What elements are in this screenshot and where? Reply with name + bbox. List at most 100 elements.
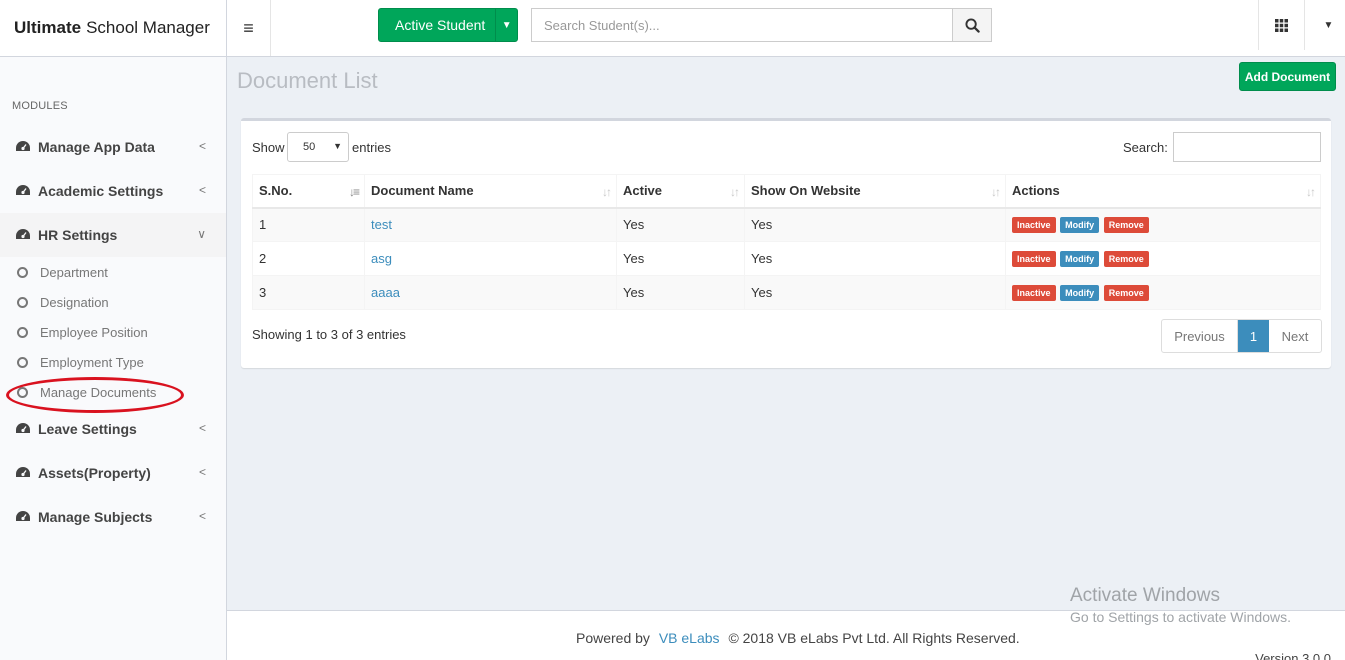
remove-button[interactable]: Remove <box>1103 217 1149 234</box>
hamburger-icon: ≡ <box>243 17 254 38</box>
modify-button[interactable]: Modify <box>1060 251 1100 267</box>
powered-by-label: Powered by <box>576 630 650 646</box>
sidebar-item-leave-settings[interactable]: Leave Settings < <box>0 407 226 451</box>
cell-document-name: asg <box>364 241 617 276</box>
sidebar-item-assets[interactable]: Assets(Property) < <box>0 451 226 495</box>
document-list-box: Show 50 ▼ entries Search: S.No. ↓≡ Docume… <box>241 118 1331 368</box>
sidebar-subitem-designation[interactable]: Designation <box>0 287 226 317</box>
cell-actions: Inactive Modify Remove <box>1005 275 1321 310</box>
table-header-row: S.No. ↓≡ Document Name ↓↑ Active ↓↑ Show On… <box>252 174 1321 209</box>
chevron-left-icon: < <box>198 139 206 153</box>
column-header-document-name[interactable]: Document Name ↓↑ <box>364 174 617 209</box>
cell-active: Yes <box>616 207 745 242</box>
sort-icon: ↓↑ <box>602 185 612 199</box>
sidebar-subitem-label: Manage Documents <box>40 384 157 400</box>
sidebar-item-label: Academic Settings <box>38 183 164 199</box>
pagination-previous[interactable]: Previous <box>1162 320 1238 352</box>
chevron-left-icon: < <box>198 509 206 523</box>
app-logo[interactable]: Ultimate School Manager <box>0 0 227 57</box>
pagination-next[interactable]: Next <box>1269 320 1321 352</box>
sidebar-subitem-employment-type[interactable]: Employment Type <box>0 347 226 377</box>
add-document-button[interactable]: Add Document <box>1239 62 1336 91</box>
sidebar-subitem-label: Department <box>40 264 108 280</box>
company-link[interactable]: VB eLabs <box>659 630 720 646</box>
chevron-down-icon: ∨ <box>197 227 206 241</box>
sidebar-subitem-label: Designation <box>40 294 109 310</box>
sidebar: MODULES Manage App Data < Academic Setti… <box>0 57 227 660</box>
caret-down-icon: ▼ <box>333 141 342 151</box>
footer-text: Powered by VB eLabs © 2018 VB eLabs Pvt … <box>576 630 1020 646</box>
dashboard-icon <box>16 511 30 521</box>
sidebar-subitem-label: Employment Type <box>40 354 144 370</box>
active-student-label: Active Student <box>395 17 486 33</box>
pagination: Previous 1 Next <box>1161 319 1322 353</box>
watermark-line1: Activate Windows <box>1070 585 1220 606</box>
modify-button[interactable]: Modify <box>1060 285 1100 301</box>
circle-icon <box>17 356 28 368</box>
circle-icon <box>17 296 28 308</box>
table-search-input[interactable] <box>1173 132 1321 162</box>
search-icon <box>964 17 980 33</box>
sidebar-toggle-button[interactable]: ≡ <box>227 0 271 56</box>
dashboard-icon <box>16 467 30 477</box>
cell-actions: Inactive Modify Remove <box>1005 241 1321 276</box>
windows-activation-watermark: Activate Windows Go to Settings to activ… <box>1070 585 1291 625</box>
cell-show-on-website: Yes <box>744 207 1006 242</box>
sidebar-item-academic-settings[interactable]: Academic Settings < <box>0 169 226 213</box>
sidebar-item-hr-settings[interactable]: HR Settings ∨ <box>0 213 226 257</box>
sidebar-item-label: Leave Settings <box>38 421 137 437</box>
circle-icon <box>17 266 28 278</box>
modify-button[interactable]: Modify <box>1060 217 1100 234</box>
circle-icon <box>17 326 28 338</box>
student-search-input[interactable] <box>531 8 952 42</box>
inactive-button[interactable]: Inactive <box>1012 285 1056 301</box>
watermark-line2: Go to Settings to activate Windows. <box>1070 609 1291 625</box>
cell-sno: 1 <box>252 207 365 242</box>
column-header-sno[interactable]: S.No. ↓≡ <box>252 174 365 209</box>
caret-down-icon[interactable]: ▼ <box>495 9 517 41</box>
copyright-text: © 2018 VB eLabs Pvt Ltd. All Rights Rese… <box>728 630 1020 646</box>
sidebar-subitem-manage-documents[interactable]: Manage Documents <box>0 377 226 407</box>
column-header-show-on-website[interactable]: Show On Website ↓↑ <box>744 174 1006 209</box>
dashboard-icon <box>16 423 30 433</box>
page-size-select[interactable]: 50 ▼ <box>287 132 349 162</box>
cell-active: Yes <box>616 241 745 276</box>
remove-button[interactable]: Remove <box>1103 251 1149 267</box>
document-link[interactable]: asg <box>371 251 392 266</box>
student-search <box>531 8 992 42</box>
app-title-bold: Ultimate <box>14 18 82 37</box>
cell-document-name: aaaa <box>364 275 617 310</box>
document-link[interactable]: test <box>371 217 392 232</box>
column-header-actions[interactable]: Actions ↓↑ <box>1005 174 1321 209</box>
dashboard-icon <box>16 141 30 151</box>
active-student-dropdown[interactable]: Active Student ▼ <box>378 8 518 42</box>
sidebar-item-manage-app-data[interactable]: Manage App Data < <box>0 125 226 169</box>
chevron-left-icon: < <box>198 465 206 479</box>
cell-show-on-website: Yes <box>744 275 1006 310</box>
sidebar-subitem-department[interactable]: Department <box>0 257 226 287</box>
version-text: Version 3.0.0 <box>1255 651 1331 660</box>
cell-actions: Inactive Modify Remove <box>1005 207 1321 242</box>
sidebar-subitem-employee-position[interactable]: Employee Position <box>0 317 226 347</box>
column-header-active[interactable]: Active ↓↑ <box>616 174 745 209</box>
dashboard-icon <box>16 185 30 195</box>
inactive-button[interactable]: Inactive <box>1012 217 1056 234</box>
sort-icon: ↓↑ <box>991 185 1001 199</box>
chevron-left-icon: < <box>198 421 206 435</box>
show-label: Show <box>252 140 285 155</box>
apps-grid-button[interactable] <box>1258 0 1305 50</box>
pagination-page-1[interactable]: 1 <box>1238 320 1269 352</box>
search-button[interactable] <box>952 8 992 42</box>
cell-sno: 3 <box>252 275 365 310</box>
sidebar-item-manage-subjects[interactable]: Manage Subjects < <box>0 495 226 539</box>
inactive-button[interactable]: Inactive <box>1012 251 1056 267</box>
user-menu-caret[interactable]: ▼ <box>1312 0 1345 50</box>
sidebar-item-label: HR Settings <box>38 227 118 243</box>
remove-button[interactable]: Remove <box>1103 285 1149 301</box>
grid-icon <box>1275 18 1288 32</box>
dashboard-icon <box>16 229 30 239</box>
table-search-label: Search: <box>1123 140 1168 155</box>
circle-icon <box>17 386 28 398</box>
document-link[interactable]: aaaa <box>371 285 400 300</box>
sort-icon: ↓↑ <box>730 185 740 199</box>
